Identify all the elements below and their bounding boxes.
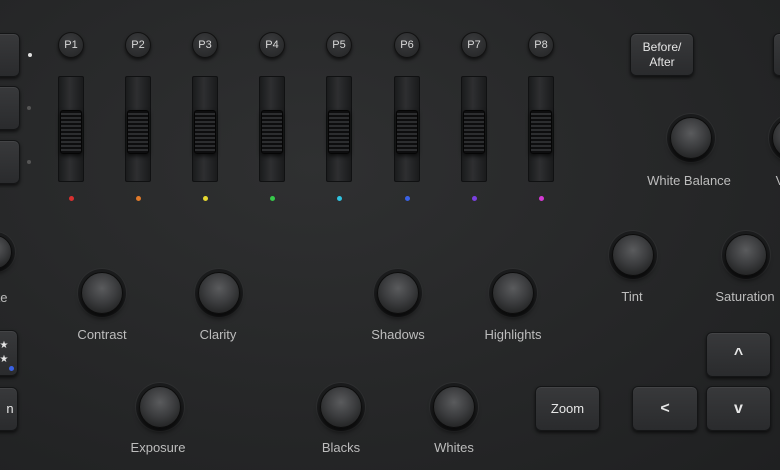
highlights-knob[interactable] [492, 272, 534, 314]
preset-slider-track-1 [58, 76, 84, 182]
up-arrow-button[interactable]: ^ [706, 332, 771, 377]
clarity-knob[interactable] [198, 272, 240, 314]
left-bottom-key[interactable]: n [0, 387, 18, 431]
left-key-1[interactable] [0, 33, 20, 77]
preset-button-3[interactable]: P3 [192, 32, 218, 58]
down-arrow-button[interactable]: v [706, 386, 771, 431]
preset-button-4[interactable]: P4 [259, 32, 285, 58]
preset-color-dot-5 [337, 196, 342, 201]
preset-slider-handle-5[interactable] [328, 110, 350, 154]
preset-button-5[interactable]: P5 [326, 32, 352, 58]
exposure-knob[interactable] [139, 386, 181, 428]
blacks-label: Blacks [321, 440, 361, 455]
tint-knob[interactable] [612, 234, 654, 276]
preset-slider-handle-6[interactable] [396, 110, 418, 154]
indicator-dot [28, 53, 32, 57]
shadows-knob[interactable] [377, 272, 419, 314]
up-arrow-icon: ^ [733, 345, 744, 363]
rating-dot [9, 366, 14, 371]
white-balance-knob[interactable] [670, 117, 712, 159]
preset-slider-track-2 [125, 76, 151, 182]
preset-slider-handle-2[interactable] [127, 110, 149, 154]
tint-label: Tint [621, 289, 643, 304]
saturation-label: Saturation [715, 289, 775, 304]
preset-button-1[interactable]: P1 [58, 32, 84, 58]
partial-right-knob[interactable] [772, 117, 780, 159]
preset-color-dot-6 [405, 196, 410, 201]
partial-left-knob-label: te [0, 290, 8, 305]
preset-color-dot-4 [270, 196, 275, 201]
preset-slider-track-3 [192, 76, 218, 182]
zoom-button[interactable]: Zoom [535, 386, 600, 431]
down-arrow-icon: v [734, 399, 743, 417]
whites-label: Whites [434, 440, 474, 455]
left-key-3[interactable] [0, 140, 20, 184]
preset-slider-handle-1[interactable] [60, 110, 82, 154]
indicator-dot [27, 106, 31, 110]
preset-slider-handle-8[interactable] [530, 110, 552, 154]
left-arrow-button[interactable]: < [632, 386, 698, 431]
preset-slider-handle-7[interactable] [463, 110, 485, 154]
preset-slider-track-6 [394, 76, 420, 182]
clarity-label: Clarity [199, 327, 237, 342]
whites-knob[interactable] [433, 386, 475, 428]
contrast-label: Contrast [77, 327, 127, 342]
preset-color-dot-7 [472, 196, 477, 201]
preset-slider-handle-4[interactable] [261, 110, 283, 154]
preset-slider-track-4 [259, 76, 285, 182]
indicator-dot [27, 160, 31, 164]
preset-button-2[interactable]: P2 [125, 32, 151, 58]
white-balance-label: White Balance [647, 173, 731, 188]
preset-color-dot-3 [203, 196, 208, 201]
highlights-label: Highlights [484, 327, 542, 342]
preset-slider-handle-3[interactable] [194, 110, 216, 154]
partial-right-knob-label: V [776, 173, 780, 188]
preset-color-dot-8 [539, 196, 544, 201]
preset-color-dot-2 [136, 196, 141, 201]
partial-left-knob[interactable] [0, 235, 12, 269]
right-key[interactable] [773, 33, 780, 76]
shadows-label: Shadows [371, 327, 425, 342]
exposure-label: Exposure [130, 440, 186, 455]
before-after-button[interactable]: Before/ After [630, 33, 694, 76]
star-icon: ★ ★ [0, 340, 9, 365]
preset-button-7[interactable]: P7 [461, 32, 487, 58]
blacks-knob[interactable] [320, 386, 362, 428]
left-arrow-icon: < [660, 399, 670, 417]
preset-slider-track-7 [461, 76, 487, 182]
preset-color-dot-1 [69, 196, 74, 201]
preset-button-6[interactable]: P6 [394, 32, 420, 58]
preset-slider-track-5 [326, 76, 352, 182]
editing-console: te ★ ★ n P1P2P3P4P5P6P7P8 Before/ After … [0, 0, 780, 470]
left-key-2[interactable] [0, 86, 20, 130]
preset-slider-track-8 [528, 76, 554, 182]
contrast-knob[interactable] [81, 272, 123, 314]
preset-button-8[interactable]: P8 [528, 32, 554, 58]
saturation-knob[interactable] [725, 234, 767, 276]
